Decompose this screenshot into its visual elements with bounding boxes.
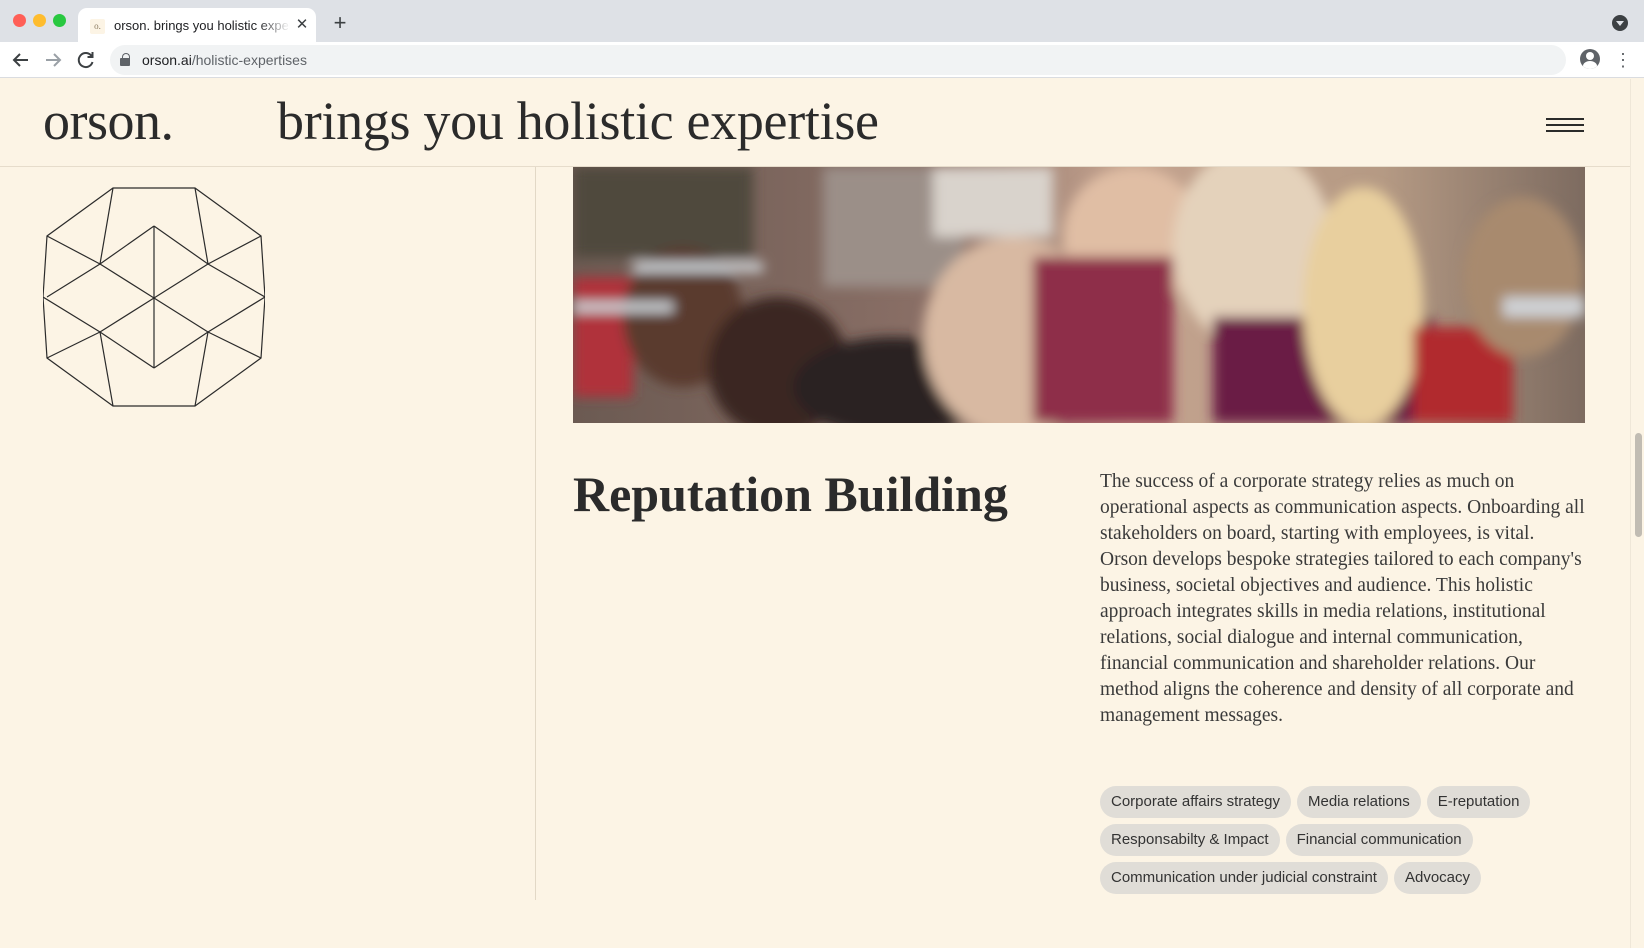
section-title: Reputation Building bbox=[573, 466, 1008, 522]
page-viewport: orson. brings you holistic expertise Rep… bbox=[0, 79, 1644, 948]
dodecahedron-icon bbox=[43, 187, 265, 407]
column-divider bbox=[535, 167, 536, 900]
tag-media-relations[interactable]: Media relations bbox=[1296, 786, 1421, 818]
tag-financial-communication[interactable]: Financial communication bbox=[1285, 824, 1473, 856]
tag-communication-judicial-constraint[interactable]: Communication under judicial constraint bbox=[1100, 862, 1388, 894]
forward-icon[interactable] bbox=[39, 46, 67, 74]
section-paragraph-1: The success of a corporate strategy reli… bbox=[1100, 471, 1585, 544]
site-logo[interactable]: orson. bbox=[43, 94, 174, 148]
url-domain: orson.ai bbox=[142, 52, 192, 68]
browser-toolbar: orson.ai/holistic-expertises ☆ ⋮ bbox=[0, 42, 1644, 78]
site-header: orson. brings you holistic expertise bbox=[0, 79, 1630, 167]
tag-responsability-impact[interactable]: Responsabilty & Impact bbox=[1100, 824, 1280, 856]
address-bar[interactable]: orson.ai/holistic-expertises ☆ bbox=[110, 45, 1566, 75]
site-tagline: brings you holistic expertise bbox=[277, 91, 879, 151]
back-icon[interactable] bbox=[7, 46, 35, 74]
tag-e-reputation[interactable]: E-reputation bbox=[1426, 786, 1531, 818]
kebab-menu-icon[interactable]: ⋮ bbox=[1614, 46, 1632, 74]
tab-search-icon[interactable] bbox=[1612, 15, 1628, 31]
tag-corporate-affairs-strategy[interactable]: Corporate affairs strategy bbox=[1100, 786, 1291, 818]
expertise-tags: Corporate affairs strategy Media relation… bbox=[1100, 786, 1600, 900]
window-maximize-button[interactable] bbox=[53, 14, 66, 27]
url-path: /holistic-expertises bbox=[191, 52, 307, 68]
browser-tab[interactable]: o. orson. brings you holistic expertise … bbox=[78, 8, 316, 42]
section-paragraph-2: Orson develops bespoke strategies tailor… bbox=[1100, 549, 1582, 726]
lock-icon bbox=[120, 53, 130, 66]
new-tab-button[interactable]: + bbox=[328, 12, 352, 36]
tag-advocacy[interactable]: Advocacy bbox=[1393, 862, 1482, 894]
window-close-button[interactable] bbox=[13, 14, 26, 27]
tab-title: orson. brings you holistic expertise bbox=[114, 18, 290, 33]
crowd-photo bbox=[573, 167, 1585, 423]
hamburger-menu-icon[interactable] bbox=[1546, 118, 1586, 136]
window-minimize-button[interactable] bbox=[33, 14, 46, 27]
section-description: The success of a corporate strategy reli… bbox=[1100, 469, 1590, 729]
url-text[interactable]: orson.ai/holistic-expertises bbox=[142, 51, 307, 69]
page-scrollbar[interactable] bbox=[1630, 79, 1644, 948]
favicon-icon: o. bbox=[90, 19, 105, 34]
browser-tabstrip: o. orson. brings you holistic expertise … bbox=[0, 0, 1644, 42]
reload-icon[interactable] bbox=[72, 46, 100, 74]
close-tab-icon[interactable]: ✕ bbox=[292, 15, 312, 35]
profile-icon[interactable] bbox=[1580, 49, 1600, 69]
scrollbar-thumb[interactable] bbox=[1635, 433, 1642, 537]
